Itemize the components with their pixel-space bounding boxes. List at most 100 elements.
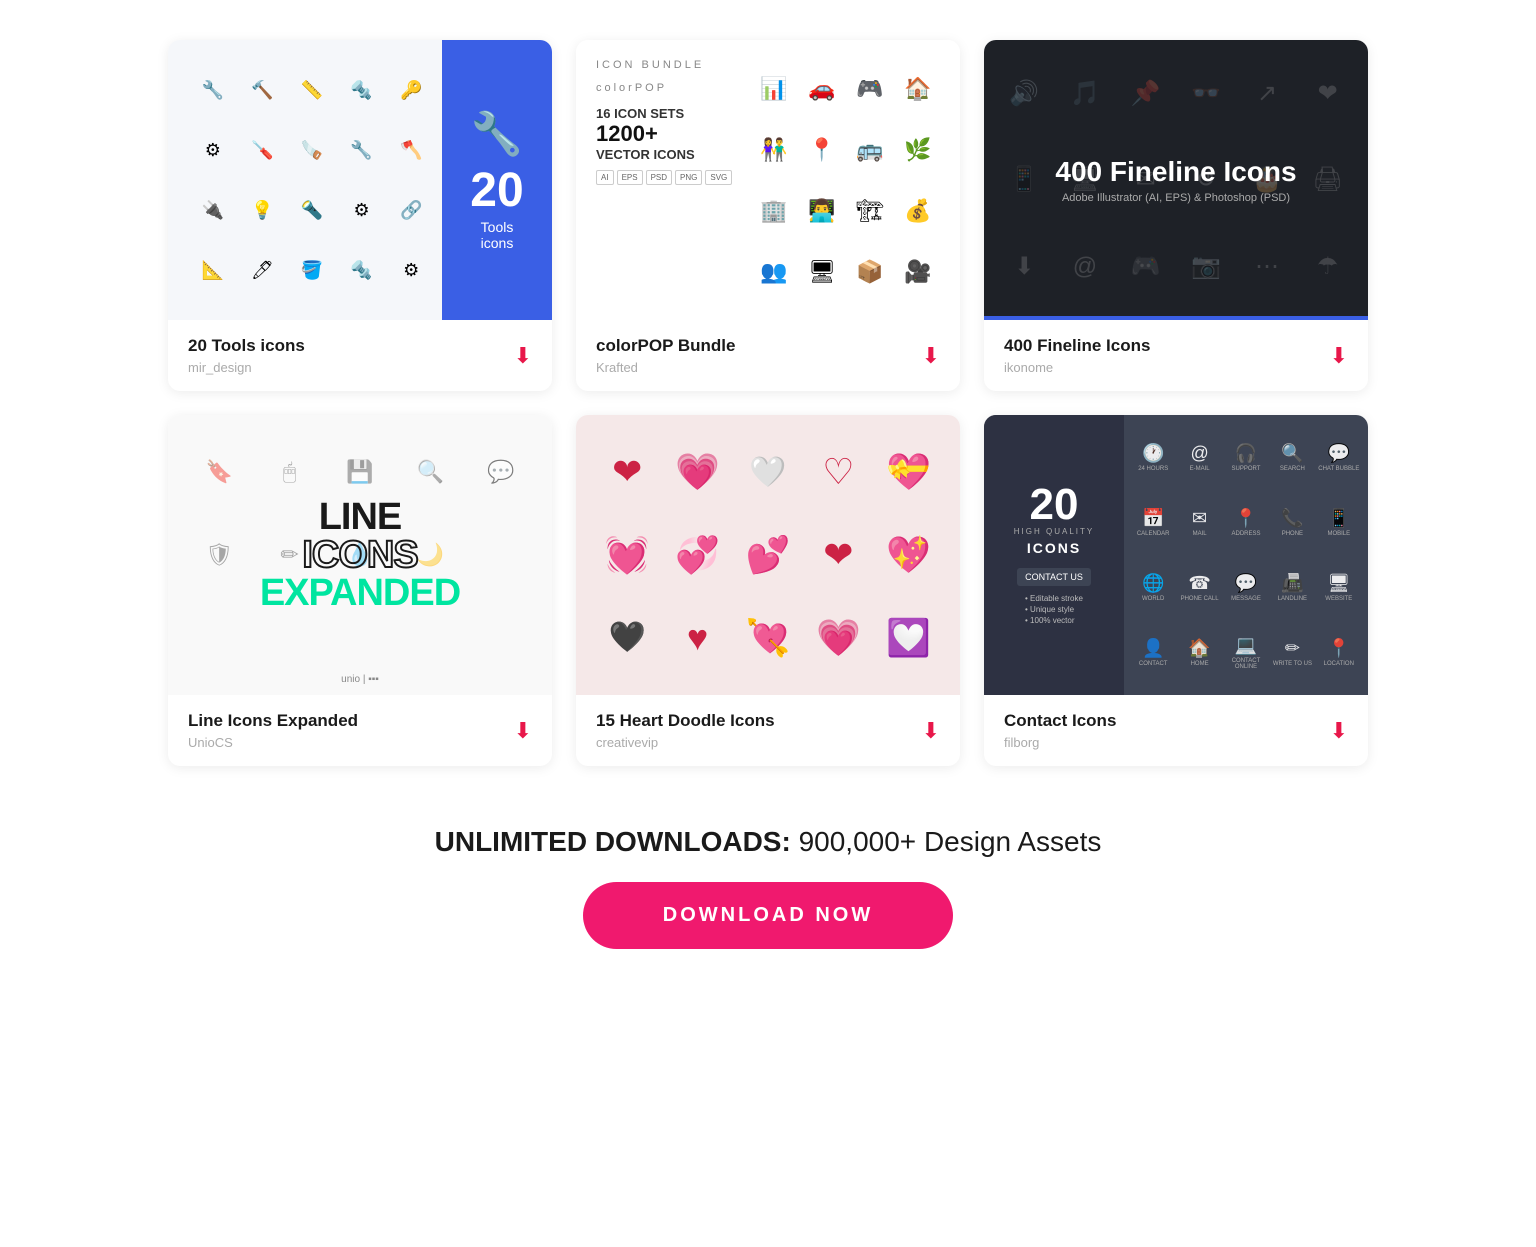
card-colorpop-author: Krafted	[596, 360, 736, 375]
card-fineline-footer: 400 Fineline Icons ikonome ⬇	[984, 320, 1368, 391]
card-contact: 20 HIGH QUALITY ICONS CONTACT US • Edita…	[984, 415, 1368, 766]
download-now-button[interactable]: DOWNLOAD NOW	[583, 882, 953, 949]
colorpop-icon: 🚌	[856, 137, 883, 163]
heart-icon: 💞	[675, 534, 720, 576]
colorpop-icons: 📊 🚗 🎮 🏠 👫 📍 🚌 🌿 🏢 👨‍💻 🏗 💰 👥 🖥 📦 🎥	[752, 60, 940, 300]
card-lineicons: 🔖 🖱 💾 🔍 💬 🛡 ✏ 💧 🌙 LINE ICONS EXPANDED	[168, 415, 552, 766]
heart-icon: 🤍	[749, 455, 786, 490]
card-colorpop-title: colorPOP Bundle	[596, 336, 736, 356]
fineline-icon: ↗	[1257, 79, 1277, 108]
fineline-icon: @	[1073, 253, 1097, 281]
unlimited-label: UNLIMITED DOWNLOADS:	[435, 826, 791, 857]
tool-icon: 📏	[291, 80, 333, 101]
card-tools-title: 20 Tools icons	[188, 336, 305, 356]
tools-badge-label: Toolsicons	[481, 219, 514, 251]
download-button[interactable]: ⬇	[514, 343, 532, 369]
card-tools-footer: 20 Tools icons mir_design ⬇	[168, 320, 552, 391]
colorpop-icon: 📍	[808, 137, 835, 163]
contact-icon-item: 📍ADDRESS	[1231, 508, 1260, 537]
card-hearts-title: 15 Heart Doodle Icons	[596, 711, 775, 731]
card-colorpop: ICON BUNDLE colorPOP 16 ICON SETS 1200+ …	[576, 40, 960, 391]
fineline-icon: 🎵	[1070, 79, 1100, 108]
tool-icon: 📐	[192, 260, 234, 281]
lineicons-line2: ICONS	[302, 536, 417, 574]
download-button[interactable]: ⬇	[922, 343, 940, 369]
fineline-accent	[984, 316, 1368, 320]
card-hearts: ❤ 💗 🤍 ♡ 💝 💓 💞 💕 ❤ 💖 🖤 ♥ 💘 💗 💟 15 Heart D…	[576, 415, 960, 766]
card-tools-image: 🔧 🔨 📏 🔩 🔑 ⚙ 🪛 🪚 🔧 🪓 🔌 💡 🔦 ⚙ 🔗 📐	[168, 40, 552, 320]
contact-icon-item: 📅CALENDAR	[1137, 508, 1170, 537]
card-tools: 🔧 🔨 📏 🔩 🔑 ⚙ 🪛 🪚 🔧 🪓 🔌 💡 🔦 ⚙ 🔗 📐	[168, 40, 552, 391]
fineline-icon: 📱	[1009, 165, 1039, 194]
contact-icon-item: 🕐24 HOURS	[1138, 443, 1168, 472]
colorpop-icon: 🏠	[904, 76, 931, 102]
card-tools-info: 20 Tools icons mir_design	[188, 336, 305, 375]
colorpop-icon: 🎥	[904, 259, 931, 285]
unlimited-text: UNLIMITED DOWNLOADS: 900,000+ Design Ass…	[435, 826, 1102, 858]
contact-left-panel: 20 HIGH QUALITY ICONS CONTACT US • Edita…	[984, 415, 1124, 695]
card-lineicons-info: Line Icons Expanded UnioCS	[188, 711, 358, 750]
li-icon: 🔖	[184, 431, 254, 514]
download-button[interactable]: ⬇	[514, 718, 532, 744]
card-contact-author: filborg	[1004, 735, 1116, 750]
tool-icon: 🔧	[192, 80, 234, 101]
fineline-icon: 📌	[1131, 79, 1161, 108]
lineicons-text: LINE ICONS EXPANDED	[260, 498, 460, 612]
card-hearts-footer: 15 Heart Doodle Icons creativevip ⬇	[576, 695, 960, 766]
card-contact-title: Contact Icons	[1004, 711, 1116, 731]
tool-icon: 🔩	[341, 80, 383, 101]
download-button[interactable]: ⬇	[1330, 343, 1348, 369]
tools-icons-area: 🔧 🔨 📏 🔩 🔑 ⚙ 🪛 🪚 🔧 🪓 🔌 💡 🔦 ⚙ 🔗 📐	[168, 40, 442, 320]
card-fineline-author: ikonome	[1004, 360, 1150, 375]
fineline-icon: ⬇	[1014, 252, 1034, 281]
contact-icon-item: 📍LOCATION	[1324, 638, 1354, 667]
colorpop-tags: AI EPS PSD PNG SVG	[596, 170, 736, 185]
lineicons-logo: unio | ▪▪▪	[341, 674, 379, 685]
card-hearts-info: 15 Heart Doodle Icons creativevip	[596, 711, 775, 750]
tools-badge-icon: 🔧	[471, 110, 523, 159]
tool-icon: ⚙	[192, 140, 234, 161]
fineline-icon: 🎮	[1131, 252, 1161, 281]
contact-number: 20	[1030, 483, 1079, 527]
fineline-subtitle: Adobe Illustrator (AI, EPS) & Photoshop …	[1062, 192, 1290, 204]
card-fineline-image: 🔊 🎵 📌 👓 ↗ ❤ 📱 🖥 ✉ ↺ 🎂 🖨 ⬇ @ 🎮 📷	[984, 40, 1368, 320]
download-button[interactable]: ⬇	[1330, 718, 1348, 744]
card-fineline-title: 400 Fineline Icons	[1004, 336, 1150, 356]
heart-icon: 🖤	[609, 620, 646, 655]
contact-icon-item: 🌐WORLD	[1142, 573, 1164, 602]
colorpop-left: ICON BUNDLE colorPOP 16 ICON SETS 1200+ …	[596, 60, 736, 300]
colorpop-icon: 🚗	[808, 76, 835, 102]
colorpop-tag-eps: EPS	[617, 170, 643, 185]
contact-icon-item: ✉MAIL	[1192, 508, 1207, 537]
fineline-icon: 🖨	[1312, 165, 1342, 194]
contact-icon-item: 🎧SUPPORT	[1232, 443, 1261, 472]
heart-icon: 💟	[886, 617, 931, 659]
tool-icon: 🖊	[242, 260, 284, 281]
contact-icon-item: 💻CONTACT ONLINE	[1225, 635, 1267, 670]
contact-us-btn: CONTACT US	[1017, 568, 1091, 586]
lineicons-line1: LINE	[319, 498, 402, 536]
tool-icon: 🪓	[390, 140, 432, 161]
fineline-icon: 👓	[1191, 79, 1221, 108]
li-icon: 🛡	[184, 514, 254, 597]
tools-badge-number: 20	[470, 167, 523, 215]
card-tools-author: mir_design	[188, 360, 305, 375]
bullet-2: • Unique style	[1025, 605, 1083, 614]
colorpop-logo-sub: ICON BUNDLE	[596, 60, 736, 71]
tool-icon: 🔧	[341, 140, 383, 161]
colorpop-icon: 👫	[760, 137, 787, 163]
colorpop-icon: 🏗	[856, 198, 884, 224]
tool-icon: 💡	[242, 200, 284, 221]
tool-icon: 🔌	[192, 200, 234, 221]
li-icon: 💬	[466, 431, 536, 514]
heart-icon: 💘	[746, 617, 791, 659]
card-contact-info: Contact Icons filborg	[1004, 711, 1116, 750]
card-hearts-author: creativevip	[596, 735, 775, 750]
tool-icon: ⚙	[341, 200, 383, 221]
colorpop-logo-main: colorPOP	[596, 83, 736, 94]
card-lineicons-image: 🔖 🖱 💾 🔍 💬 🛡 ✏ 💧 🌙 LINE ICONS EXPANDED	[168, 415, 552, 695]
contact-icon-item: 📠LANDLINE	[1278, 573, 1307, 602]
card-lineicons-footer: Line Icons Expanded UnioCS ⬇	[168, 695, 552, 766]
lineicons-line3: EXPANDED	[260, 574, 460, 612]
download-button[interactable]: ⬇	[922, 718, 940, 744]
